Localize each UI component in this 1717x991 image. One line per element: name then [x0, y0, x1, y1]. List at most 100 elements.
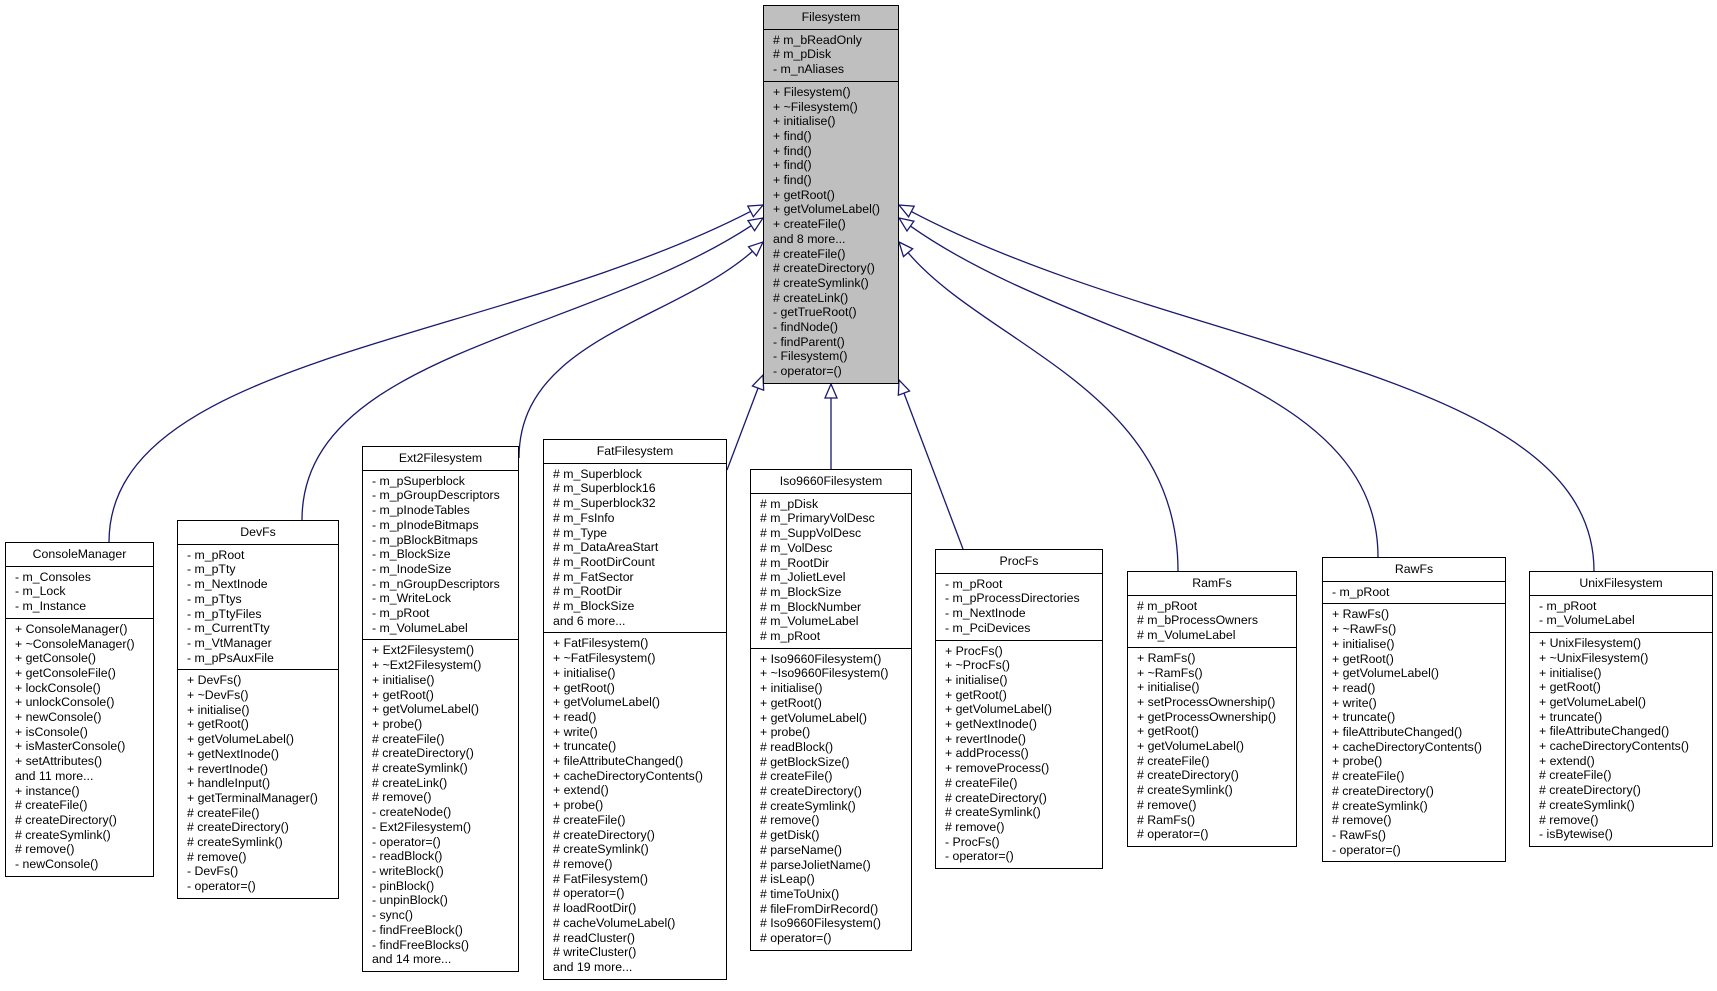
method-item[interactable]: + initialise()	[553, 666, 720, 681]
attribute-item[interactable]: # m_pDisk	[760, 497, 905, 512]
method-item[interactable]: - findFreeBlocks()	[372, 938, 512, 953]
method-item[interactable]: + truncate()	[553, 739, 720, 754]
method-item[interactable]: # remove()	[1332, 813, 1499, 828]
method-item[interactable]: # remove()	[372, 790, 512, 805]
method-item[interactable]: + getRoot()	[1137, 724, 1290, 739]
attribute-item[interactable]: # m_DataAreaStart	[553, 540, 720, 555]
method-item[interactable]: # createDirectory()	[1137, 768, 1290, 783]
attribute-item[interactable]: # m_bReadOnly	[773, 33, 892, 48]
method-item[interactable]: + initialise()	[1137, 680, 1290, 695]
method-item[interactable]: + read()	[1332, 681, 1499, 696]
attribute-item[interactable]: # m_RootDirCount	[553, 555, 720, 570]
method-item[interactable]: + getRoot()	[553, 681, 720, 696]
method-item[interactable]: # createDirectory()	[372, 746, 512, 761]
attribute-item[interactable]: - m_Consoles	[15, 570, 147, 585]
class-box-ramfs[interactable]: RamFs # m_pRoot # m_bProcessOwners # m_Vol…	[1127, 571, 1297, 847]
method-item[interactable]: # createSymlink()	[372, 761, 512, 776]
method-item[interactable]: - operator=()	[1332, 843, 1499, 858]
method-item[interactable]: + handleInput()	[187, 776, 332, 791]
attribute-item[interactable]: - m_pRoot	[1539, 599, 1706, 614]
method-item[interactable]: + initialise()	[1332, 637, 1499, 652]
method-item[interactable]: + initialise()	[773, 114, 892, 129]
method-item[interactable]: + ~ConsoleManager()	[15, 637, 147, 652]
method-item[interactable]: # createFile()	[15, 798, 147, 813]
attribute-item[interactable]: # m_pRoot	[1137, 599, 1290, 614]
attribute-item[interactable]: # m_RootDir	[760, 556, 905, 571]
method-item[interactable]: # createSymlink()	[1137, 783, 1290, 798]
method-item[interactable]: # createFile()	[372, 732, 512, 747]
method-item[interactable]: # createDirectory()	[945, 791, 1096, 806]
method-item[interactable]: + getConsoleFile()	[15, 666, 147, 681]
attribute-item[interactable]: - m_NextInode	[945, 606, 1096, 621]
method-item[interactable]: + write()	[553, 725, 720, 740]
attribute-item[interactable]: - m_pRoot	[187, 548, 332, 563]
method-item[interactable]: + getNextInode()	[945, 717, 1096, 732]
attribute-item[interactable]: # m_FatSector	[553, 570, 720, 585]
attribute-item[interactable]: # m_JolietLevel	[760, 570, 905, 585]
method-item[interactable]: + getRoot()	[945, 688, 1096, 703]
method-item[interactable]: # remove()	[187, 850, 332, 865]
method-item[interactable]: # createFile()	[945, 776, 1096, 791]
attribute-item[interactable]: - m_WriteLock	[372, 591, 512, 606]
method-item[interactable]: # readCluster()	[553, 931, 720, 946]
method-item[interactable]: + getVolumeLabel()	[1539, 695, 1706, 710]
attribute-item[interactable]: - m_pInodeTables	[372, 503, 512, 518]
method-item[interactable]: + truncate()	[1332, 710, 1499, 725]
method-item[interactable]: + getRoot()	[187, 717, 332, 732]
method-item[interactable]: # parseJolietName()	[760, 858, 905, 873]
attribute-item[interactable]: - m_InodeSize	[372, 562, 512, 577]
method-item[interactable]: # createFile()	[187, 806, 332, 821]
method-item[interactable]: + unlockConsole()	[15, 695, 147, 710]
method-item[interactable]: - operator=()	[773, 364, 892, 379]
method-item[interactable]: + getVolumeLabel()	[1137, 739, 1290, 754]
method-item[interactable]: + probe()	[372, 717, 512, 732]
attribute-item[interactable]: - m_PciDevices	[945, 621, 1096, 636]
method-item[interactable]: + getVolumeLabel()	[372, 702, 512, 717]
method-item[interactable]: - findNode()	[773, 320, 892, 335]
class-box-procfs[interactable]: ProcFs - m_pRoot - m_pProcessDirectories -…	[935, 549, 1103, 870]
method-item[interactable]: + isConsole()	[15, 725, 147, 740]
attribute-item[interactable]: - m_VtManager	[187, 636, 332, 651]
method-item[interactable]: + Filesystem()	[773, 85, 892, 100]
method-item[interactable]: + instance()	[15, 784, 147, 799]
method-item[interactable]: # RamFs()	[1137, 813, 1290, 828]
attribute-item[interactable]: - m_Lock	[15, 584, 147, 599]
attribute-item[interactable]: - m_pInodeBitmaps	[372, 518, 512, 533]
attribute-item[interactable]: - m_VolumeLabel	[1539, 613, 1706, 628]
method-item[interactable]: + getRoot()	[760, 696, 905, 711]
method-item[interactable]: # createFile()	[1332, 769, 1499, 784]
method-item[interactable]: # createFile()	[1539, 768, 1706, 783]
attribute-item[interactable]: - m_pTtyFiles	[187, 607, 332, 622]
method-item[interactable]: + RamFs()	[1137, 651, 1290, 666]
method-item[interactable]: and 8 more...	[773, 232, 892, 247]
method-item[interactable]: # loadRootDir()	[553, 901, 720, 916]
class-box-ext2filesystem[interactable]: Ext2Filesystem - m_pSuperblock - m_pGroup…	[362, 446, 519, 972]
method-item[interactable]: - DevFs()	[187, 864, 332, 879]
method-item[interactable]: # readBlock()	[760, 740, 905, 755]
method-item[interactable]: + initialise()	[1539, 666, 1706, 681]
method-item[interactable]: + getConsole()	[15, 651, 147, 666]
attribute-item[interactable]: # m_pRoot	[760, 629, 905, 644]
class-box-devfs[interactable]: DevFs - m_pRoot - m_pTty - m_NextInode - m_…	[177, 520, 339, 899]
class-box-consolemanager[interactable]: ConsoleManager - m_Consoles - m_Lock - m_I…	[5, 542, 154, 877]
method-item[interactable]: - findFreeBlock()	[372, 923, 512, 938]
method-item[interactable]: # createFile()	[760, 769, 905, 784]
attribute-item[interactable]: - m_VolumeLabel	[372, 621, 512, 636]
method-item[interactable]: + initialise()	[760, 681, 905, 696]
method-item[interactable]: # parseName()	[760, 843, 905, 858]
method-item[interactable]: # createDirectory()	[553, 828, 720, 843]
attribute-item[interactable]: # m_Superblock32	[553, 496, 720, 511]
method-item[interactable]: - getTrueRoot()	[773, 305, 892, 320]
method-item[interactable]: + find()	[773, 144, 892, 159]
method-item[interactable]: + setAttributes()	[15, 754, 147, 769]
attribute-item[interactable]: - m_nAliases	[773, 62, 892, 77]
method-item[interactable]: - findParent()	[773, 335, 892, 350]
method-item[interactable]: + cacheDirectoryContents()	[1539, 739, 1706, 754]
method-item[interactable]: # createFile()	[773, 247, 892, 262]
method-item[interactable]: + probe()	[553, 798, 720, 813]
method-item[interactable]: + write()	[1332, 696, 1499, 711]
method-item[interactable]: - Filesystem()	[773, 349, 892, 364]
method-item[interactable]: - writeBlock()	[372, 864, 512, 879]
method-item[interactable]: + UnixFilesystem()	[1539, 636, 1706, 651]
attribute-item[interactable]: # m_VolumeLabel	[1137, 628, 1290, 643]
